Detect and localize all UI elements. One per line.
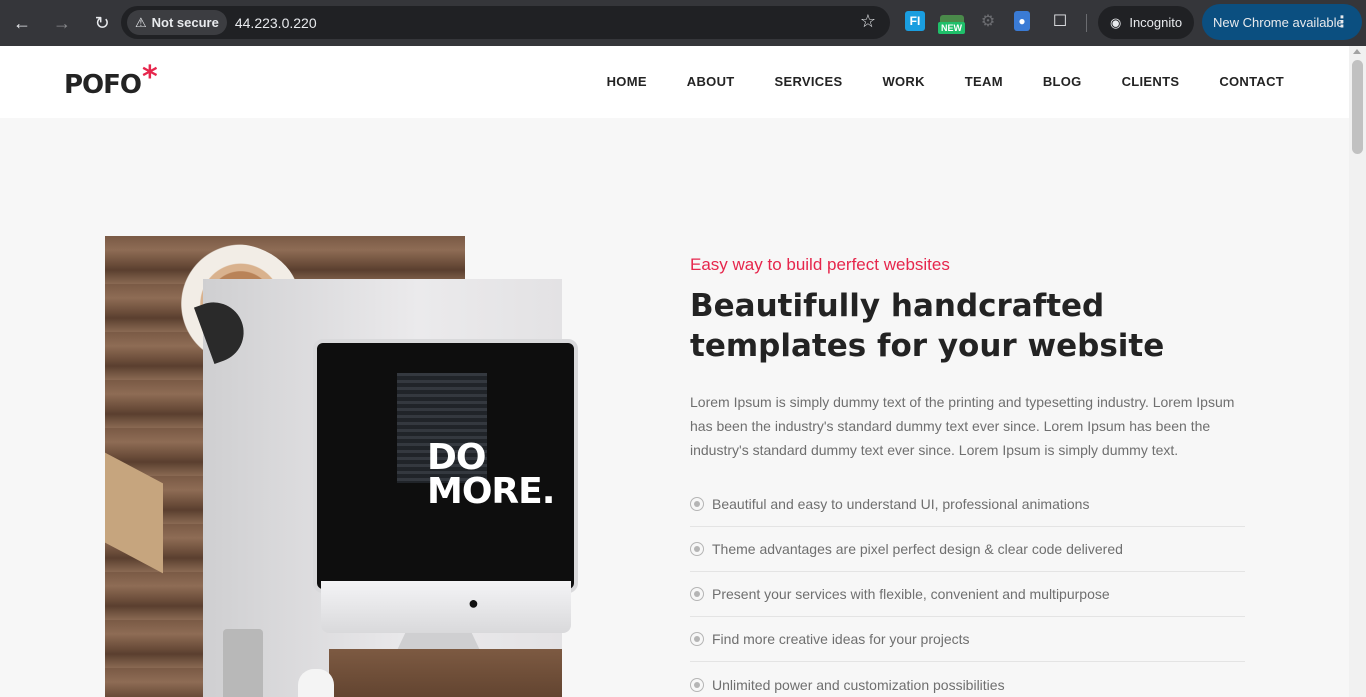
page-scrollbar[interactable] (1349, 46, 1366, 697)
security-indicator[interactable]: ⚠ Not secure (127, 10, 227, 35)
extension-file-icon[interactable]: ● (1014, 11, 1030, 31)
radio-bullet-icon (690, 542, 704, 556)
screen-text: DO MORE. (427, 437, 555, 512)
logo-text: POFO (64, 70, 142, 100)
notebook-graphic (105, 452, 163, 574)
monitor-chin (321, 581, 571, 633)
nav-about[interactable]: ABOUT (687, 74, 735, 89)
reload-button[interactable]: ↻ (84, 5, 120, 41)
feature-item: Theme advantages are pixel perfect desig… (690, 527, 1245, 572)
toolbar-separator (1086, 14, 1087, 32)
incognito-label: Incognito (1129, 15, 1183, 30)
nav-work[interactable]: WORK (882, 74, 924, 89)
incognito-icon: ◉ (1110, 14, 1122, 30)
pen-holder-graphic (223, 629, 263, 697)
radio-bullet-icon (690, 587, 704, 601)
feature-text: Find more creative ideas for your projec… (712, 631, 970, 647)
nav-team[interactable]: TEAM (965, 74, 1003, 89)
logo-asterisk-icon: * (142, 60, 158, 95)
feature-item: Unlimited power and customization possib… (690, 662, 1245, 697)
browser-toolbar: ← → ↻ ⚠ Not secure 44.223.0.220 ☆ FI NEW… (0, 0, 1366, 46)
feature-item: Beautiful and easy to understand UI, pro… (690, 482, 1245, 527)
nav-home[interactable]: HOME (607, 74, 647, 89)
reload-icon: ↻ (94, 12, 110, 33)
monitor-screen: DO MORE. (313, 339, 578, 593)
hero-heading: Beautifully handcrafted templates for yo… (690, 288, 1165, 364)
arrow-left-icon: ← (13, 12, 31, 33)
forward-button[interactable]: → (44, 5, 80, 41)
feature-text: Unlimited power and customization possib… (712, 676, 1005, 693)
radio-bullet-icon (690, 632, 704, 646)
feature-text: Present your services with flexible, con… (712, 586, 1110, 602)
feature-text: Theme advantages are pixel perfect desig… (712, 541, 1123, 557)
feature-item: Present your services with flexible, con… (690, 572, 1245, 617)
feature-item: Find more creative ideas for your projec… (690, 617, 1245, 662)
nav-clients[interactable]: CLIENTS (1122, 74, 1180, 89)
web-page: POFO* HOME ABOUT SERVICES WORK TEAM BLOG… (0, 46, 1349, 697)
url-text[interactable]: 44.223.0.220 (235, 15, 317, 31)
extensions-puzzle-icon[interactable]: ☐ (1050, 11, 1070, 31)
menu-dots-icon: ⋮ (1334, 14, 1350, 31)
bookmark-star-icon[interactable]: ☆ (860, 11, 876, 32)
screen-text-line1: DO (427, 437, 487, 478)
address-bar[interactable]: ⚠ Not secure 44.223.0.220 ☆ (121, 6, 890, 39)
apple-logo-icon: ● (468, 593, 479, 613)
extension-robot-icon[interactable]: ⚙ (978, 11, 998, 31)
main-nav: HOME ABOUT SERVICES WORK TEAM BLOG CLIEN… (607, 74, 1284, 89)
nav-services[interactable]: SERVICES (775, 74, 843, 89)
radio-bullet-icon (690, 677, 704, 692)
site-logo[interactable]: POFO* (64, 60, 158, 101)
scroll-up-arrow-icon[interactable] (1353, 49, 1361, 54)
extension-fi-icon[interactable]: FI (905, 11, 925, 31)
diffuser-graphic (298, 669, 334, 697)
security-label: Not secure (151, 15, 219, 30)
update-chrome-button[interactable]: New Chrome available ⋮ (1202, 4, 1362, 40)
warning-icon: ⚠ (135, 14, 147, 30)
arrow-right-icon: → (53, 12, 71, 33)
incognito-indicator[interactable]: ◉ Incognito (1098, 6, 1195, 39)
site-header: POFO* HOME ABOUT SERVICES WORK TEAM BLOG… (0, 46, 1349, 118)
update-label: New Chrome available (1213, 14, 1344, 30)
screen-text-line2: MORE. (427, 471, 555, 512)
feature-text: Beautiful and easy to understand UI, pro… (712, 496, 1090, 512)
nav-contact[interactable]: CONTACT (1219, 74, 1284, 89)
hero-paragraph: Lorem Ipsum is simply dummy text of the … (690, 394, 1235, 458)
back-button[interactable]: ← (4, 5, 40, 41)
desk-block (329, 649, 562, 697)
hero-image-monitor: DO MORE. ● (193, 279, 578, 697)
new-badge: NEW (938, 22, 965, 34)
feature-list: Beautiful and easy to understand UI, pro… (690, 482, 1245, 697)
nav-blog[interactable]: BLOG (1043, 74, 1082, 89)
hero-tagline: Easy way to build perfect websites (690, 255, 950, 274)
radio-bullet-icon (690, 497, 704, 511)
lamp-graphic (193, 293, 253, 365)
scrollbar-thumb[interactable] (1352, 60, 1363, 154)
